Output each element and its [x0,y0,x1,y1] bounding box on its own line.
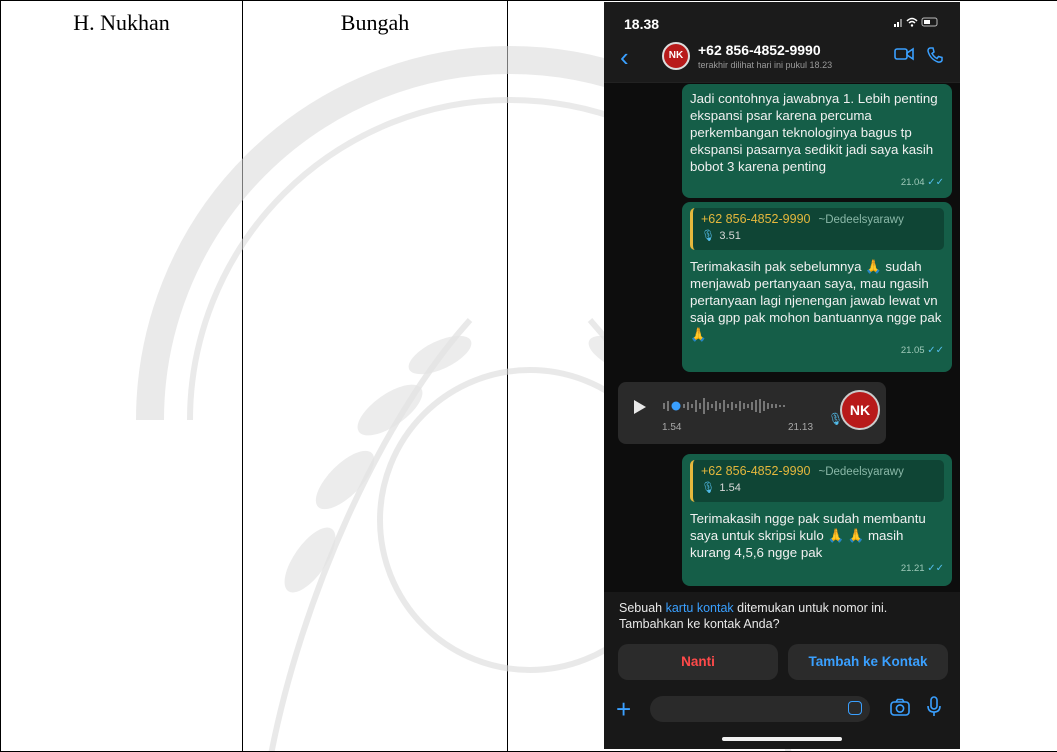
sender-avatar: NK [840,390,880,430]
message-input-bar: + [604,692,960,749]
waveform-icon[interactable] [662,395,832,417]
add-to-contacts-button[interactable]: Tambah ke Kontak [788,644,948,680]
read-receipt-icon: ✓✓ [927,345,944,356]
voice-message-incoming[interactable]: 1.54 21.13 NK 🎙 [618,382,886,444]
message-text: Terimakasih ngge pak sudah membantu saya… [690,510,944,561]
chat-header: ‹ NK +62 856-4852-9990 terakhir dilihat … [604,34,960,83]
microphone-icon[interactable] [926,696,942,723]
mic-icon: 🎙 [828,412,843,426]
video-call-icon[interactable] [894,46,914,67]
message-text: Terimakasih pak sebelumnya 🙏 sudah menja… [690,258,944,343]
status-bar: 18.38 [604,2,960,34]
camera-icon[interactable] [890,698,910,721]
message-bubble-outgoing[interactable]: +62 856-4852-9990 ~Dedeelsyarawy 🎙 3.51 T… [682,202,952,372]
add-contact-prompt: Sebuah kartu kontak ditemukan untuk nomo… [604,592,960,692]
message-time: 21.13 [788,422,813,433]
contact-avatar[interactable]: NK [662,42,690,70]
quoted-sender-name: ~Dedeelsyarawy [818,466,903,478]
quoted-sender-number: +62 856-4852-9990 [701,212,810,226]
mic-icon: 🎙 [701,482,715,494]
later-button[interactable]: Nanti [618,644,778,680]
table-cell-name: H. Nukhan [1,1,243,752]
prompt-text: Sebuah kartu kontak ditemukan untuk nomo… [619,600,949,632]
message-bubble-outgoing[interactable]: +62 856-4852-9990 ~Dedeelsyarawy 🎙 1.54 T… [682,454,952,586]
quoted-sender-number: +62 856-4852-9990 [701,464,810,478]
message-time: 21.05 [901,345,925,356]
voice-duration: 1.54 [662,422,681,433]
contact-card-link[interactable]: kartu kontak [666,601,734,615]
contact-number[interactable]: +62 856-4852-9990 [698,42,821,58]
message-input[interactable] [650,696,870,722]
signal-wifi-battery-icon [894,16,940,31]
prompt-text-part: Sebuah [619,601,666,615]
table-cell-location: Bungah [243,1,508,752]
quoted-voice-note[interactable]: +62 856-4852-9990 ~Dedeelsyarawy 🎙 3.51 [690,208,944,250]
message-bubble-outgoing[interactable]: Jadi contohnya jawabnya 1. Lebih penting… [682,84,952,198]
plus-icon[interactable]: + [616,696,631,722]
quoted-voice-note[interactable]: +62 856-4852-9990 ~Dedeelsyarawy 🎙 1.54 [690,460,944,502]
informant-name: H. Nukhan [1,1,242,36]
play-icon[interactable] [634,400,646,414]
home-indicator [722,737,842,741]
whatsapp-screenshot: 18.38 ‹ NK +62 856-4852-9990 terakhir di… [604,2,960,749]
quoted-sender-name: ~Dedeelsyarawy [818,214,903,226]
message-time: 21.21 [901,563,925,574]
quoted-duration: 3.51 [719,230,740,242]
status-time: 18.38 [624,16,659,32]
mic-icon: 🎙 [701,230,715,242]
back-chevron-icon[interactable]: ‹ [620,44,629,70]
message-text: Jadi contohnya jawabnya 1. Lebih penting… [690,90,944,175]
quoted-duration: 1.54 [719,482,740,494]
read-receipt-icon: ✓✓ [927,177,944,188]
message-time: 21.04 [901,177,925,188]
sticker-icon[interactable] [848,701,862,715]
last-seen-status: terakhir dilihat hari ini pukul 18.23 [698,60,832,70]
informant-location: Bungah [243,1,507,36]
phone-call-icon[interactable] [926,46,944,69]
read-receipt-icon: ✓✓ [927,563,944,574]
